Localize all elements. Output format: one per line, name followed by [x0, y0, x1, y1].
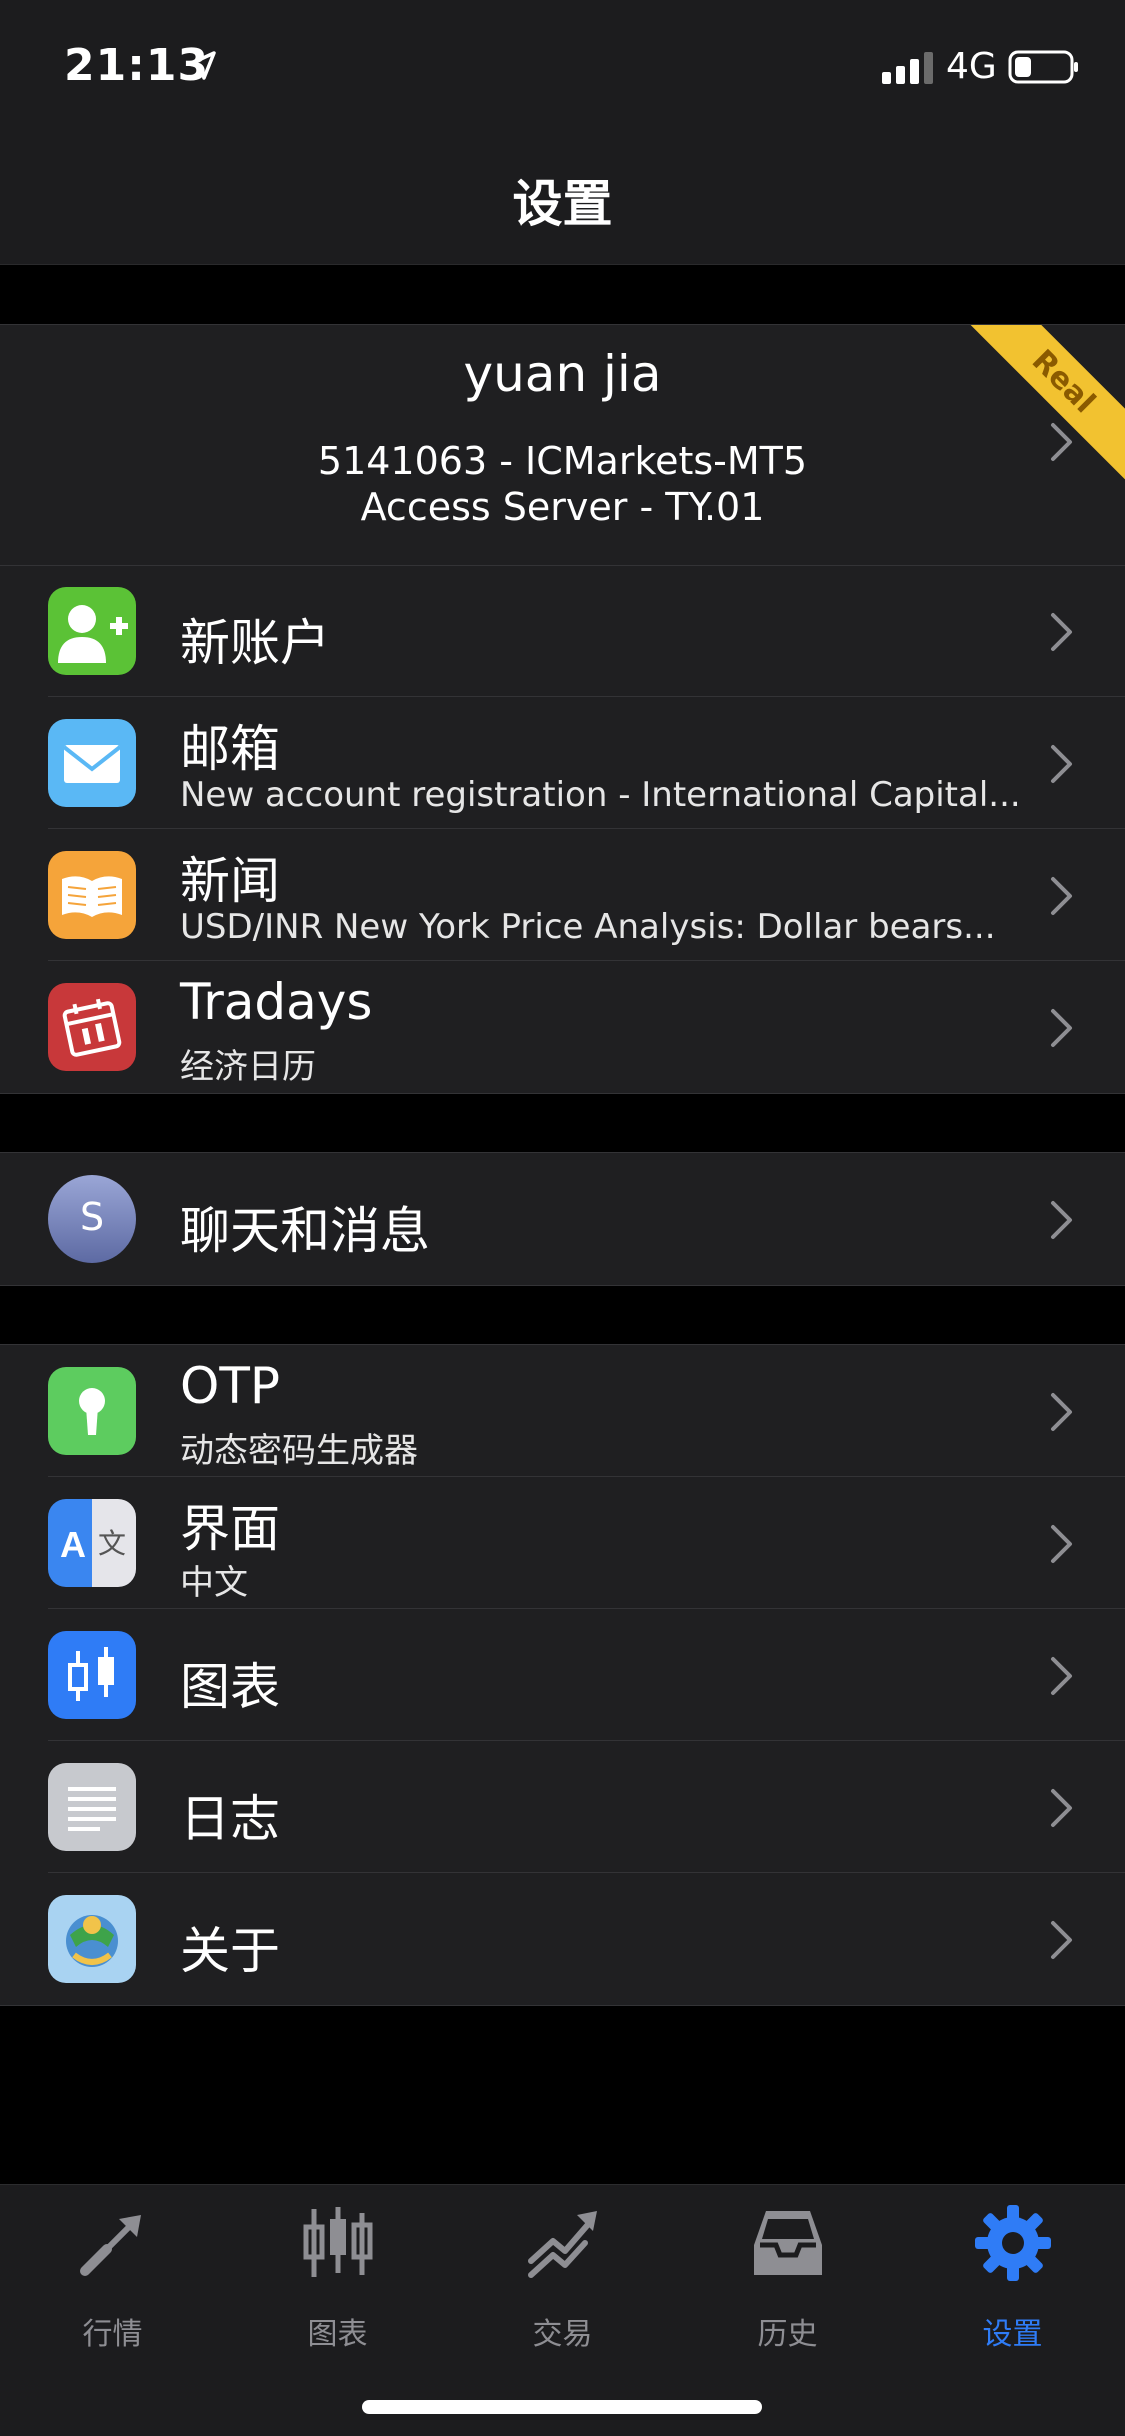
settings-icon	[975, 2205, 1051, 2281]
metatrader-icon	[48, 1895, 136, 1983]
quotes-icon	[80, 2215, 141, 2276]
list-item-otp[interactable]: OTP 动态密码生成器	[0, 1345, 1125, 1477]
news-preview: USD/INR New York Price Analysis: Dollar …	[180, 907, 996, 947]
access-server: Access Server - TY.01	[360, 485, 765, 529]
book-icon	[48, 851, 136, 939]
tradays-label: Tradays	[180, 973, 373, 1031]
list-item-new-account[interactable]: 新账户	[0, 565, 1125, 697]
home-indicator[interactable]	[362, 2400, 762, 2414]
location-arrow-icon	[188, 51, 216, 80]
network-type: 4G	[946, 46, 997, 87]
chevron-right-icon	[1051, 423, 1072, 461]
chevron-right-icon	[1051, 1393, 1072, 1431]
svg-text:文: 文	[98, 1527, 126, 1560]
key-icon	[48, 1367, 136, 1455]
tab-bar: 行情 图表 交易 历史 设置	[0, 2184, 1125, 2436]
mailbox-label: 邮箱	[180, 720, 280, 778]
chevron-right-icon	[1051, 745, 1072, 783]
avatar: S	[48, 1175, 136, 1263]
tab-label: 历史	[757, 2317, 818, 2352]
tab-settings[interactable]: 设置	[900, 2205, 1125, 2355]
tab-label: 交易	[532, 2317, 593, 2352]
list-item-about[interactable]: 关于	[0, 1873, 1125, 2005]
candlestick-icon	[48, 1631, 136, 1719]
list-item-interface[interactable]: A 文 界面 中文	[0, 1477, 1125, 1609]
about-label: 关于	[180, 1922, 280, 1980]
svg-text:A: A	[60, 1524, 86, 1565]
chevron-right-icon	[1051, 1201, 1072, 1239]
chevron-right-icon	[1051, 1921, 1072, 1959]
list-item-charts[interactable]: 图表	[0, 1609, 1125, 1741]
signal-icon	[882, 52, 933, 84]
chevron-right-icon	[1051, 877, 1072, 915]
chevron-right-icon	[1051, 1657, 1072, 1695]
settings-screen: 21:13 4G 设置 yuan jia 5141063 - ICMarkets…	[0, 0, 1125, 2436]
chevron-right-icon	[1051, 613, 1072, 651]
navigation-bar: 设置	[0, 132, 1125, 265]
list-item-mailbox[interactable]: 邮箱 New account registration - Internatio…	[0, 697, 1125, 829]
history-icon	[754, 2211, 822, 2275]
account-server: 5141063 - ICMarkets-MT5	[317, 439, 808, 483]
translate-icon: A 文	[48, 1499, 136, 1587]
news-label: 新闻	[180, 852, 280, 910]
chevron-right-icon	[1051, 1009, 1072, 1047]
journal-label: 日志	[180, 1790, 280, 1848]
otp-label: OTP	[180, 1357, 281, 1415]
tab-quotes[interactable]: 行情	[0, 2205, 225, 2355]
add-user-icon	[48, 587, 136, 675]
list-item-news[interactable]: 新闻 USD/INR New York Price Analysis: Doll…	[0, 829, 1125, 961]
chevron-right-icon	[1051, 1789, 1072, 1827]
account-name: yuan jia	[463, 345, 662, 403]
list-item-journal[interactable]: 日志	[0, 1741, 1125, 1873]
status-bar: 21:13 4G	[0, 0, 1125, 132]
chart-icon	[303, 2207, 373, 2277]
tab-label: 设置	[982, 2317, 1043, 2352]
interface-label: 界面	[180, 1500, 280, 1558]
new-account-label: 新账户	[180, 614, 330, 672]
otp-subtitle: 动态密码生成器	[180, 1431, 418, 1471]
settings-group: OTP 动态密码生成器 A 文 界面 中文 图表 日志 关于	[0, 1344, 1125, 2006]
list-item-chat[interactable]: S 聊天和消息	[0, 1153, 1125, 1285]
mailbox-preview: New account registration - International…	[180, 775, 1020, 815]
tab-trade[interactable]: 交易	[450, 2205, 675, 2355]
avatar-letter: S	[79, 1195, 105, 1239]
tab-charts[interactable]: 图表	[225, 2205, 450, 2355]
tab-history[interactable]: 历史	[675, 2205, 900, 2355]
chat-group: S 聊天和消息	[0, 1152, 1125, 1286]
mail-icon	[48, 719, 136, 807]
account-group: yuan jia 5141063 - ICMarkets-MT5 Access …	[0, 324, 1125, 1094]
account-card[interactable]: yuan jia 5141063 - ICMarkets-MT5 Access …	[0, 325, 1125, 566]
list-item-tradays[interactable]: Tradays 经济日历	[0, 961, 1125, 1093]
page-title: 设置	[512, 175, 613, 233]
tradays-subtitle: 经济日历	[180, 1047, 316, 1087]
chevron-right-icon	[1051, 1525, 1072, 1563]
chat-label: 聊天和消息	[180, 1202, 430, 1260]
battery-icon	[1008, 50, 1078, 84]
trade-icon	[528, 2211, 597, 2278]
tab-label: 图表	[307, 2317, 368, 2352]
charts-label: 图表	[180, 1658, 280, 1716]
calendar-icon	[48, 983, 136, 1071]
tab-label: 行情	[82, 2317, 143, 2352]
interface-language: 中文	[180, 1563, 248, 1603]
log-icon	[48, 1763, 136, 1851]
